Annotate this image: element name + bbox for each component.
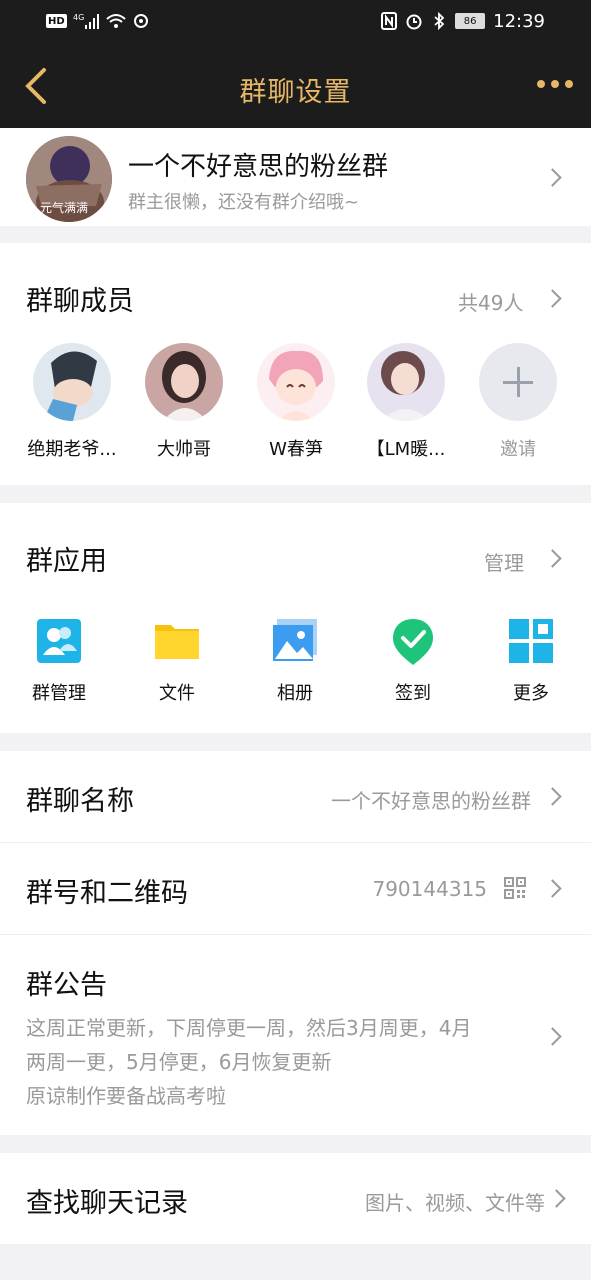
app-label: 相册 [277,683,313,704]
grid-more-icon [507,617,555,665]
member-item[interactable]: 【LM暖... [358,343,454,461]
album-icon [271,617,319,665]
search-history-card[interactable]: 查找聊天记录 图片、视频、文件等 [0,1153,591,1244]
plus-icon [479,343,557,421]
notice-line: 这周正常更新，下周停更一周，然后3月周更，4月 [26,1016,472,1040]
status-bar: HD 4G 86 12:39 [0,0,591,44]
qr-code-icon [504,877,526,899]
search-history-label: 查找聊天记录 [26,1188,188,1219]
invite-label: 邀请 [500,439,536,460]
avatar-caption: 元气满满 [40,201,89,215]
battery-icon: 86 [455,13,486,29]
alarm-icon [405,10,423,32]
dot-icon [565,80,573,88]
group-settings-card: 群聊名称 一个不好意思的粉丝群 群号和二维码 790144315 群公告 这周正… [0,751,591,1135]
dot-icon [537,80,545,88]
bluetooth-icon [431,10,447,32]
app-check-in[interactable]: 签到 [365,617,461,705]
sync-icon [133,10,149,32]
member-count[interactable]: 共49人 [458,287,523,316]
app-group-manage[interactable]: 群管理 [11,617,107,705]
status-right: 86 12:39 [381,10,545,32]
app-album[interactable]: 相册 [247,617,343,705]
member-name: 【LM暖... [366,439,446,460]
invite-button[interactable]: 邀请 [470,343,566,461]
avatar [367,343,445,421]
group-manage-icon [35,617,83,665]
hd-icon: HD [46,14,67,28]
chevron-right-icon [546,1027,558,1047]
avatar [257,343,335,421]
group-description: 群主很懒，还没有群介绍哦~ [128,192,360,213]
group-id-value: 790144315 [372,877,487,901]
group-name-label: 群聊名称 [26,786,134,817]
group-id-label: 群号和二维码 [26,878,188,909]
notice-line: 两周一更，5月停更，6月恢复更新 [26,1050,332,1074]
apps-manage-link[interactable]: 管理 [484,547,524,576]
group-name-value: 一个不好意思的粉丝群 [331,789,531,813]
group-name: 一个不好意思的粉丝群 [128,152,389,182]
apps-title: 群应用 [26,546,107,577]
member-item[interactable]: W春笋 [248,343,344,461]
more-options-button[interactable] [537,80,573,92]
check-in-icon [389,617,437,665]
page-title: 群聊设置 [239,77,352,108]
status-left: HD 4G [46,10,149,32]
chevron-right-icon [546,879,558,899]
group-profile-card[interactable]: 元气满满 一个不好意思的粉丝群 群主很懒，还没有群介绍哦~ [0,128,591,226]
chevron-right-icon [546,168,558,188]
app-files[interactable]: 文件 [129,617,225,705]
member-name: 绝期老爷... [27,439,117,460]
wifi-icon [105,10,127,32]
member-name: 大帅哥 [157,439,211,460]
group-avatar: 元气满满 [26,136,112,222]
search-history-value: 图片、视频、文件等 [365,1191,545,1215]
members-title: 群聊成员 [26,286,134,317]
app-label: 签到 [395,683,431,704]
folder-icon [153,617,201,665]
notice-line: 原谅制作要备战高考啦 [26,1084,226,1108]
dot-icon [551,80,559,88]
nfc-icon [381,10,398,32]
chevron-right-icon [550,1189,562,1209]
member-item[interactable]: 大帅哥 [136,343,232,461]
group-apps-card: 群应用 管理 群管理 文件 相册 签到 更多 [0,503,591,733]
chevron-right-icon [546,787,558,807]
notice-text: 这周正常更新，下周停更一周，然后3月周更，4月 两周一更，5月停更，6月恢复更新… [26,1011,546,1113]
chevron-right-icon [546,289,558,309]
4g-signal-icon: 4G [73,10,99,32]
members-card: 群聊成员 共49人 绝期老爷... 大帅哥 W春笋 【LM暖... 邀请 [0,243,591,485]
group-id-row[interactable]: 群号和二维码 790144315 [0,843,591,934]
chevron-right-icon [546,549,558,569]
notice-label: 群公告 [26,970,107,1001]
app-label: 更多 [513,683,549,704]
member-item[interactable]: 绝期老爷... [24,343,120,461]
title-bar: 群聊设置 [0,44,591,128]
svg-text:4G: 4G [73,13,84,22]
app-label: 群管理 [32,683,86,704]
group-name-row[interactable]: 群聊名称 一个不好意思的粉丝群 [0,751,591,842]
avatar [145,343,223,421]
status-time: 12:39 [493,10,545,32]
app-label: 文件 [159,683,195,704]
avatar [33,343,111,421]
group-notice-row[interactable]: 群公告 这周正常更新，下周停更一周，然后3月周更，4月 两周一更，5月停更，6月… [0,935,591,1135]
member-name: W春笋 [269,439,323,460]
app-more[interactable]: 更多 [483,617,579,705]
